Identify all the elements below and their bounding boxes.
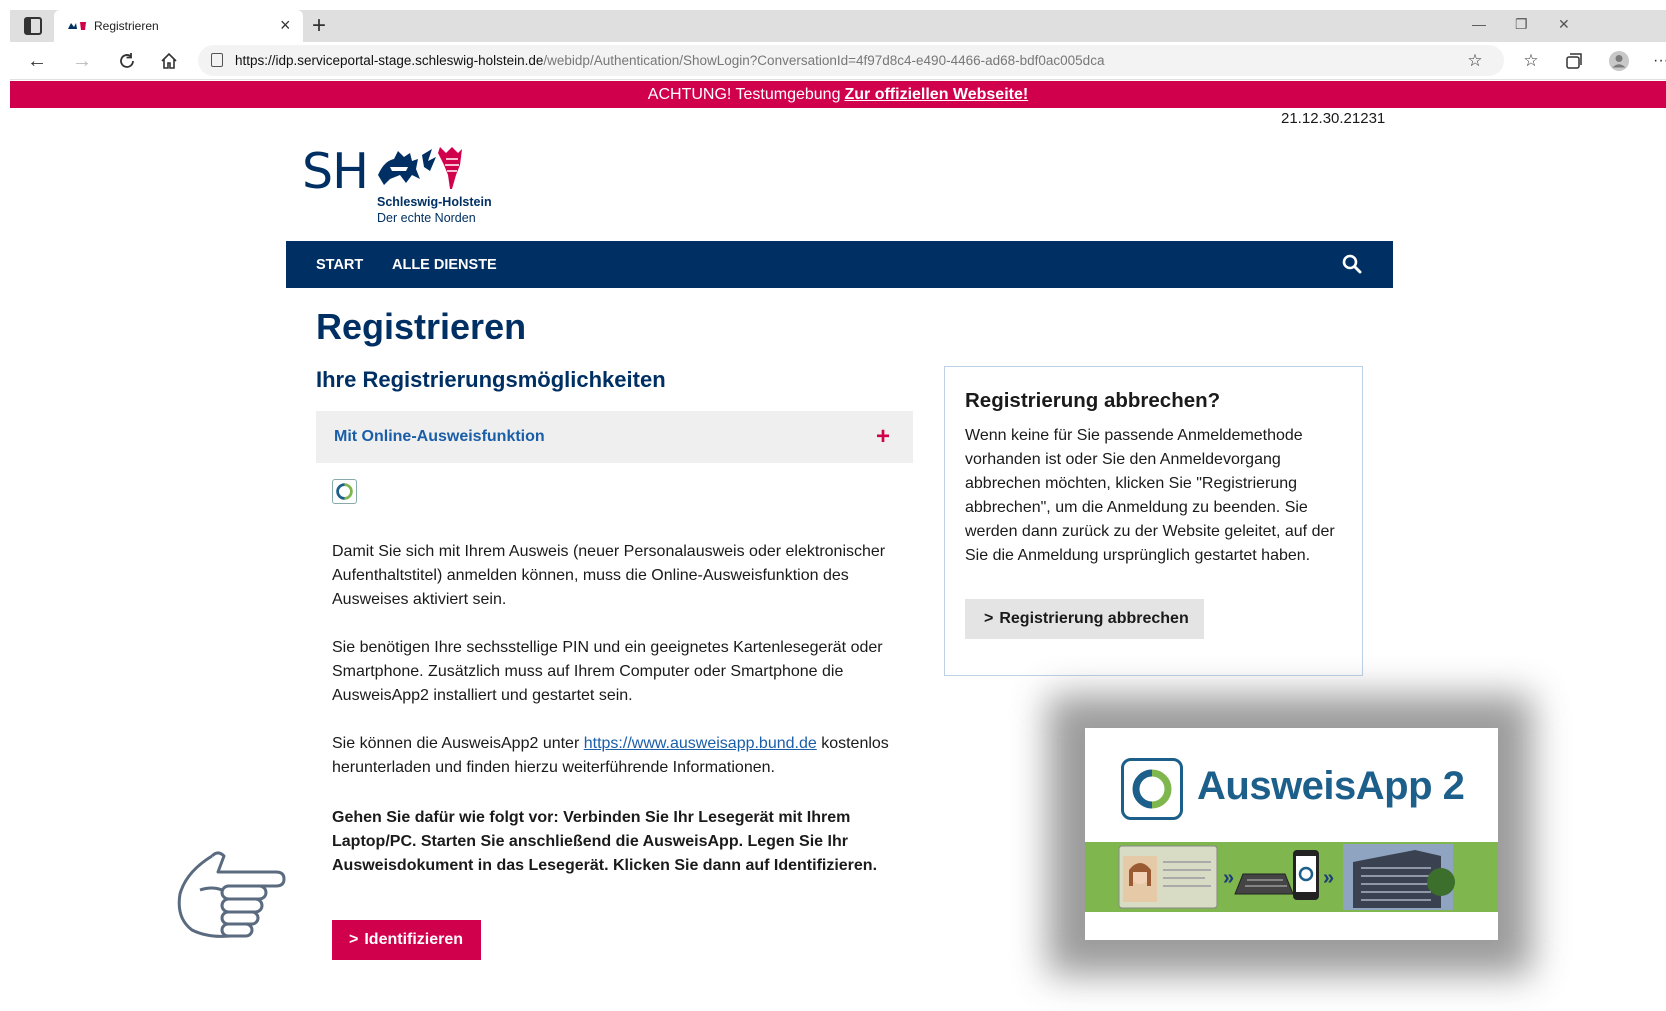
forward-icon[interactable]: → [71, 50, 93, 72]
nav-item-alle-dienste[interactable]: ALLE DIENSTE [392, 257, 497, 273]
logo-name: Schleswig-Holstein [377, 195, 492, 209]
nav-item-start[interactable]: START [316, 257, 363, 273]
identify-button[interactable]: > Identifizieren [332, 920, 481, 960]
back-icon[interactable]: ← [26, 50, 48, 72]
svg-text:»: » [1223, 867, 1234, 889]
logo-tagline: Der echte Norden [377, 211, 476, 225]
chevron-right-icon: > [984, 610, 994, 627]
ausweisapp-name: AusweisApp 2 [1197, 764, 1465, 808]
logo-abbreviation: SH [302, 143, 369, 200]
info-paragraph-activation: Damit Sie sich mit Ihrem Ausweis (neuer … [332, 543, 886, 608]
more-icon[interactable]: ··· [1650, 50, 1666, 72]
search-icon[interactable] [1342, 254, 1362, 274]
add-favorite-icon[interactable]: ☆ [1464, 50, 1486, 72]
plus-icon[interactable]: + [876, 425, 890, 449]
restore-icon[interactable]: ❐ [1515, 16, 1528, 33]
browser-toolbar: ← → https://idp.serviceportal-stage.schl… [10, 42, 1666, 80]
home-icon[interactable] [158, 50, 180, 72]
info-paragraph-download: Sie können die AusweisApp2 unter https:/… [332, 735, 889, 776]
chevron-right-icon: > [349, 931, 359, 948]
reload-icon[interactable] [116, 50, 138, 72]
banner-text: ACHTUNG! Testumgebung [647, 86, 841, 103]
ausweisapp-logo-icon [1121, 758, 1183, 820]
accordion-online-ausweisfunktion[interactable]: Mit Online-Ausweisfunktion + [316, 411, 913, 463]
coat-of-arms-icon [378, 147, 462, 189]
main-navigation: START ALLE DIENSTE [286, 241, 1393, 288]
sh-favicon-icon [68, 22, 86, 30]
tab-title: Registrieren [94, 19, 159, 33]
info-paragraph-instructions: Gehen Sie dafür wie folgt vor: Verbinden… [332, 809, 878, 874]
collections-icon[interactable] [1563, 50, 1585, 72]
cancel-box-text: Wenn keine für Sie passende Anmeldemetho… [965, 427, 1335, 564]
section-title: Ihre Registrierungsmöglichkeiten [316, 367, 666, 392]
ausweisapp-icon [332, 479, 357, 504]
svg-text:»: » [1323, 867, 1334, 889]
accordion-label: Mit Online-Ausweisfunktion [334, 428, 545, 445]
official-website-link[interactable]: Zur offiziellen Webseite! [844, 86, 1028, 103]
cancel-box-title: Registrierung abbrechen? [965, 389, 1221, 412]
info-paragraph-requirements: Sie benötigen Ihre sechsstellige PIN und… [332, 639, 883, 704]
cancel-registration-box: Registrierung abbrechen? Wenn keine für … [944, 366, 1363, 676]
new-tab-icon[interactable]: + [312, 12, 326, 40]
pointing-hand-icon [177, 851, 286, 938]
browser-tab-bar: Registrieren × + — ❐ ✕ [10, 10, 1666, 42]
cancel-registration-button[interactable]: > Registrierung abbrechen [965, 599, 1204, 639]
version-number: 21.12.30.21231 [1281, 110, 1386, 127]
url-text: https://idp.serviceportal-stage.schleswi… [235, 53, 1105, 68]
tab-actions-icon[interactable] [24, 17, 42, 35]
ausweisapp-illustration: » » [1085, 842, 1498, 912]
test-environment-banner: ACHTUNG! Testumgebung Zur offiziellen Web… [10, 81, 1666, 108]
favorites-icon[interactable]: ☆ [1520, 50, 1542, 72]
profile-avatar-icon[interactable] [1608, 50, 1630, 72]
browser-tab[interactable]: Registrieren × [54, 10, 303, 42]
ausweisapp-link[interactable]: https://www.ausweisapp.bund.de [584, 735, 817, 752]
page-title: Registrieren [316, 306, 527, 347]
close-window-icon[interactable]: ✕ [1558, 16, 1570, 33]
tab-close-icon[interactable]: × [280, 15, 291, 36]
minimize-icon[interactable]: — [1472, 16, 1486, 32]
address-bar[interactable]: https://idp.serviceportal-stage.schleswi… [198, 45, 1504, 76]
lock-icon[interactable] [211, 53, 223, 67]
site-logo[interactable]: SH Schleswig-Holstein Der echte Norden [302, 143, 522, 229]
ausweisapp-promo-card: AusweisApp 2 » » [1085, 728, 1498, 940]
